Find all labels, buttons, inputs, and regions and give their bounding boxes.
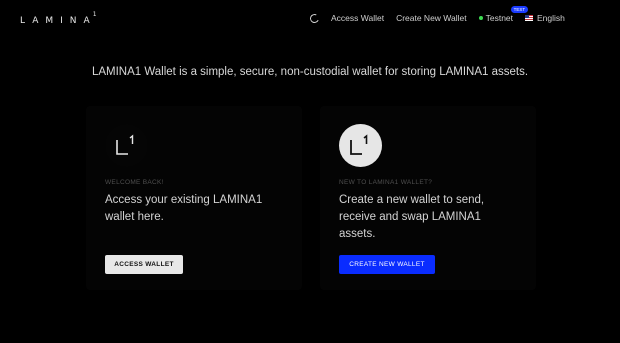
logo-text: LAMINA [20,16,97,26]
access-wallet-button[interactable]: ACCESS WALLET [105,255,183,274]
card-description: Create a new wallet to send, receive and… [339,194,485,240]
network-label: Testnet [485,13,514,23]
status-dot-icon [478,16,483,20]
language-selector[interactable]: English [537,13,565,23]
nav-create-wallet[interactable]: Create New Wallet [396,13,467,23]
lamina1-logo-icon [339,124,382,167]
moon-icon[interactable] [308,12,321,24]
us-flag-icon [525,15,534,21]
brand-logo[interactable]: LAMINA1 [20,11,97,26]
card-eyebrow: WELCOME BACK! [105,179,164,186]
nav-access-wallet[interactable]: Access Wallet [331,13,384,23]
access-wallet-card: WELCOME BACK! Access your existing LAMIN… [86,106,302,290]
page-tagline: LAMINA1 Wallet is a simple, secure, non-… [91,66,529,78]
create-wallet-card: NEW TO LAMINA1 WALLET? Create a new wall… [320,106,536,290]
lamina1-logo-icon [105,124,148,167]
top-nav: Access Wallet Create New Wallet Testnet … [308,6,565,24]
card-description: Access your existing LAMINA1 wallet here… [105,194,263,223]
logo-superscript: 1 [92,11,97,18]
create-wallet-button[interactable]: CREATE NEW WALLET [339,255,435,274]
card-eyebrow: NEW TO LAMINA1 WALLET? [339,179,433,186]
network-badge: TEST [510,6,529,13]
network-selector[interactable]: Testnet TEST [478,6,529,23]
